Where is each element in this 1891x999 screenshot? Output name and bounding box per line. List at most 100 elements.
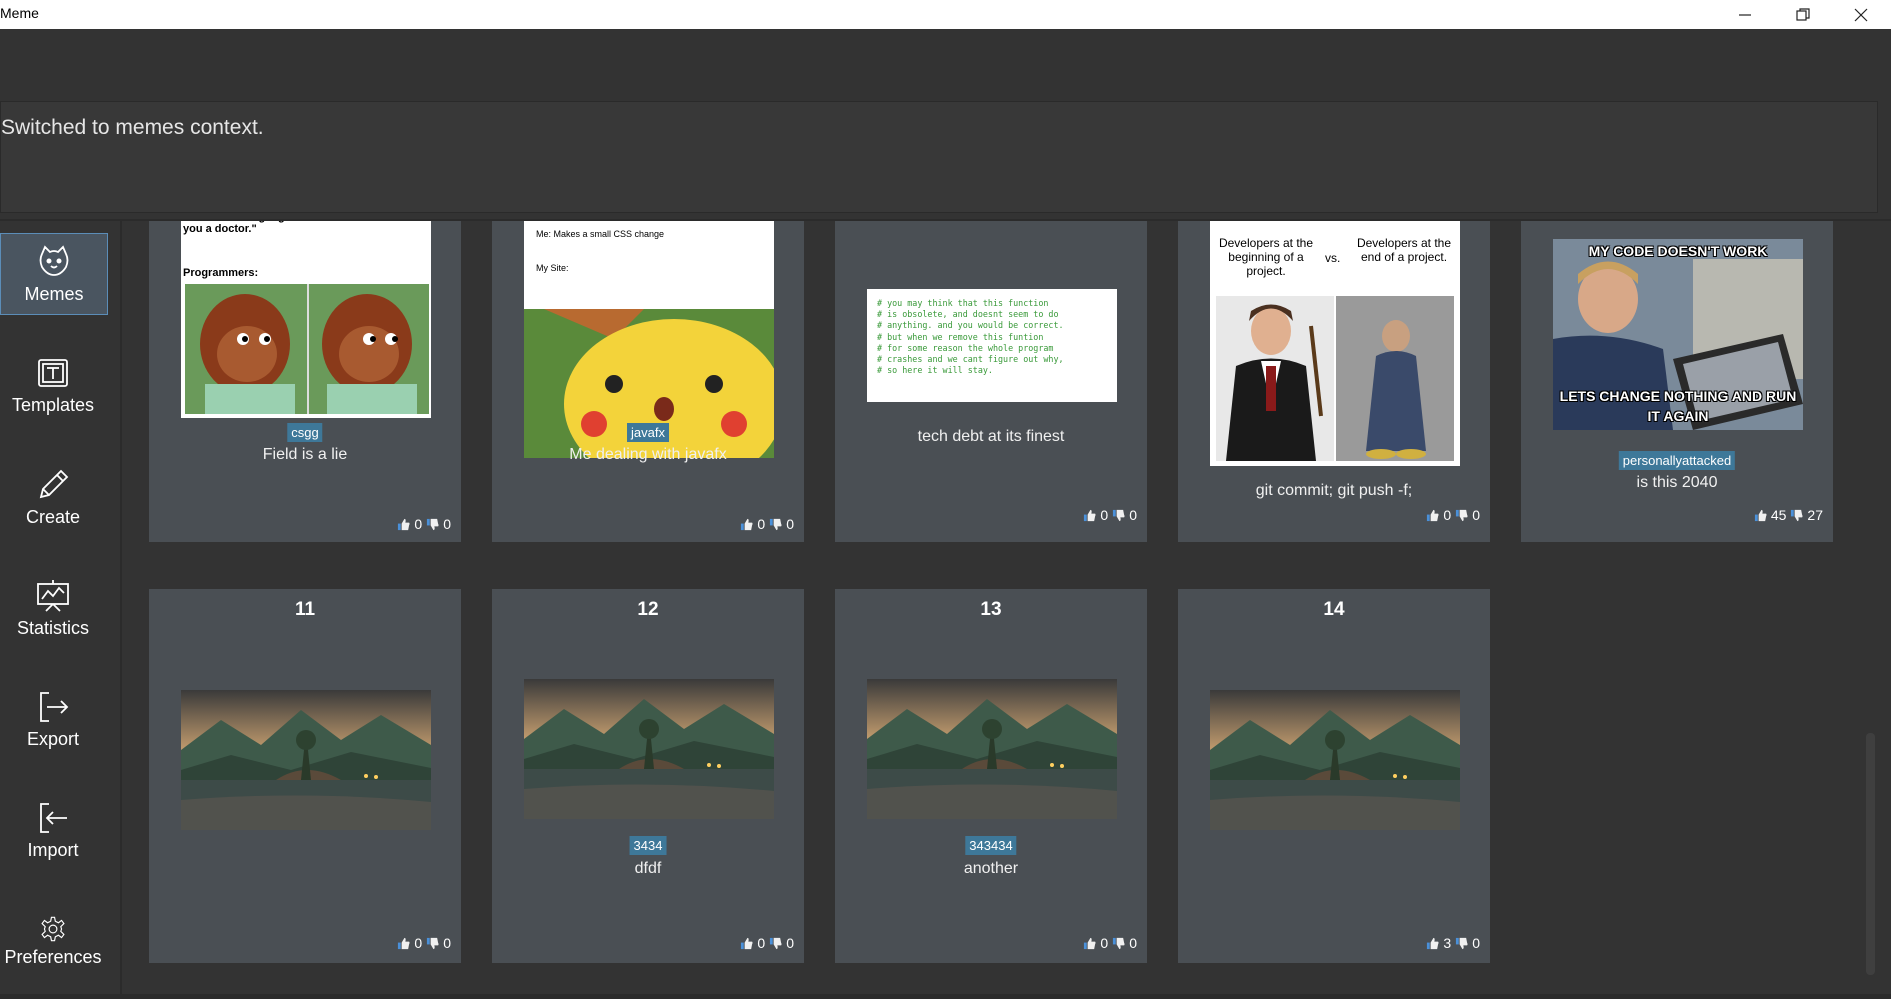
- sidebar-item-statistics[interactable]: Statistics: [0, 568, 106, 648]
- thumbs-up-icon[interactable]: [1426, 937, 1439, 950]
- thumbs-down-icon[interactable]: [769, 518, 782, 531]
- thumbs-down-icon[interactable]: [426, 518, 439, 531]
- dislike-count: 0: [1129, 935, 1137, 951]
- pencil-icon: [39, 469, 69, 498]
- meme-image-text: Doctors: "Googling stuff online does not…: [183, 221, 427, 235]
- meme-image: [181, 690, 431, 830]
- sidebar-item-export[interactable]: Export: [0, 679, 106, 759]
- dislike-count: 0: [786, 935, 794, 951]
- like-count: 0: [757, 935, 766, 951]
- thumbs-up-icon[interactable]: [740, 937, 753, 950]
- thumbs-up-icon[interactable]: [1426, 509, 1439, 522]
- meme-image-text: Programmers:: [183, 267, 259, 279]
- like-count: 0: [1100, 935, 1109, 951]
- thumbs-down-icon[interactable]: [769, 937, 782, 950]
- sidebar-item-label: Statistics: [16, 617, 90, 638]
- thumbs-up-icon[interactable]: [397, 518, 410, 531]
- meme-card[interactable]: 14 3 0: [1178, 589, 1490, 963]
- meme-card[interactable]: Me: Makes a small CSS change My Site: ja…: [492, 221, 804, 542]
- chart-board-icon: [37, 579, 69, 612]
- thumbs-up-icon[interactable]: [1083, 937, 1096, 950]
- title-bar: Meme: [0, 0, 1891, 29]
- meme-tag[interactable]: 3434: [629, 836, 667, 855]
- puppet-monkey-picture: [185, 284, 429, 414]
- thumbs-down-icon[interactable]: [1790, 509, 1803, 522]
- meme-tag[interactable]: javafx: [627, 423, 669, 442]
- sidebar-item-memes[interactable]: Memes: [0, 233, 108, 315]
- vote-counts: 0 0: [397, 935, 451, 951]
- close-icon: [1854, 8, 1868, 21]
- vote-counts: 3 0: [1426, 935, 1480, 951]
- meme-tag[interactable]: 343434: [965, 836, 1017, 855]
- meme-card[interactable]: Developers at the beginning of a project…: [1178, 221, 1490, 542]
- vote-counts: 0 0: [1083, 507, 1137, 523]
- meme-image-text: LETS CHANGE NOTHING AND RUN IT AGAIN: [1559, 388, 1797, 424]
- vote-counts: 0 0: [740, 516, 794, 532]
- meme-image: MY CODE DOESN'T WORK LETS CHANGE NOTHING…: [1553, 239, 1803, 430]
- meme-image-text: MY CODE DOESN'T WORK: [1588, 243, 1768, 259]
- meme-tag[interactable]: personallyattacked: [1618, 451, 1736, 470]
- minimize-button[interactable]: [1716, 0, 1774, 29]
- meme-image-text: vs.: [1325, 251, 1341, 265]
- window-title: Meme: [0, 5, 39, 21]
- like-count: 0: [757, 516, 766, 532]
- import-icon: [40, 802, 67, 833]
- thumbs-down-icon[interactable]: [426, 937, 439, 950]
- dislike-count: 0: [786, 516, 794, 532]
- meme-card[interactable]: 13 343434 another 0 0: [835, 589, 1147, 963]
- restore-icon: [1796, 7, 1810, 21]
- vote-counts: 0 0: [1426, 507, 1480, 523]
- meme-tag[interactable]: csgg: [287, 423, 323, 442]
- dislike-count: 0: [1472, 935, 1480, 951]
- meme-card[interactable]: MY CODE DOESN'T WORK LETS CHANGE NOTHING…: [1521, 221, 1833, 542]
- sidebar-item-create[interactable]: Create: [0, 457, 106, 537]
- vote-counts: 0 0: [740, 935, 794, 951]
- dislike-count: 0: [1129, 507, 1137, 523]
- thumbs-down-icon[interactable]: [1455, 509, 1468, 522]
- restore-button[interactable]: [1774, 0, 1832, 29]
- thumbs-up-icon[interactable]: [1083, 509, 1096, 522]
- meme-caption: Field is a lie: [262, 446, 348, 463]
- thumbs-up-icon[interactable]: [740, 518, 753, 531]
- meme-caption: Me dealing with javafx: [569, 446, 727, 463]
- dislike-count: 27: [1807, 507, 1823, 523]
- command-bar: [0, 29, 1891, 115]
- dislike-count: 0: [443, 935, 451, 951]
- meme-caption: dfdf: [634, 860, 662, 877]
- meme-title: 13: [980, 599, 1002, 620]
- result-display: Switched to memes context.: [0, 101, 1878, 213]
- sidebar-item-preferences[interactable]: Preferences: [0, 901, 106, 981]
- template-icon: [38, 358, 68, 387]
- meme-card[interactable]: Doctors: "Googling stuff online does not…: [149, 221, 461, 542]
- meme-image-text: Developers at the end of a project.: [1356, 236, 1452, 264]
- meme-card[interactable]: 12 3434 dfdf 0 0: [492, 589, 804, 963]
- meme-title: 11: [294, 599, 316, 620]
- cat-face-icon: [39, 244, 69, 276]
- like-count: 0: [1443, 507, 1452, 523]
- meme-card[interactable]: 11 0 0: [149, 589, 461, 963]
- sidebar-item-label: Export: [26, 728, 80, 749]
- meme-image-text: Me: Makes a small CSS change: [536, 229, 665, 239]
- result-text: Switched to memes context.: [1, 116, 264, 139]
- sidebar-item-templates[interactable]: Templates: [0, 345, 106, 425]
- thumbs-down-icon[interactable]: [1455, 937, 1468, 950]
- like-count: 0: [414, 935, 423, 951]
- vote-counts: 45 27: [1754, 507, 1823, 523]
- thumbs-down-icon[interactable]: [1112, 937, 1125, 950]
- bottom-border: [0, 994, 1891, 999]
- sidebar-item-import[interactable]: Import: [0, 790, 106, 870]
- meme-image-text: My Site:: [536, 263, 569, 273]
- thumbs-up-icon[interactable]: [1754, 509, 1767, 522]
- thumbs-up-icon[interactable]: [397, 937, 410, 950]
- meme-caption: git commit; git push -f;: [1255, 482, 1413, 499]
- meme-caption: another: [963, 860, 1019, 877]
- gear-icon: [41, 916, 65, 941]
- scrollbar-thumb[interactable]: [1866, 733, 1875, 975]
- meme-caption: is this 2040: [1636, 474, 1718, 491]
- sidebar: Memes Templates Create Statistics Export: [0, 221, 122, 999]
- close-button[interactable]: [1832, 0, 1890, 29]
- meme-card[interactable]: # you may think that this function # is …: [835, 221, 1147, 542]
- thumbs-down-icon[interactable]: [1112, 509, 1125, 522]
- meme-grid: Doctors: "Googling stuff online does not…: [122, 221, 1862, 995]
- sidebar-item-label: Memes: [24, 283, 84, 304]
